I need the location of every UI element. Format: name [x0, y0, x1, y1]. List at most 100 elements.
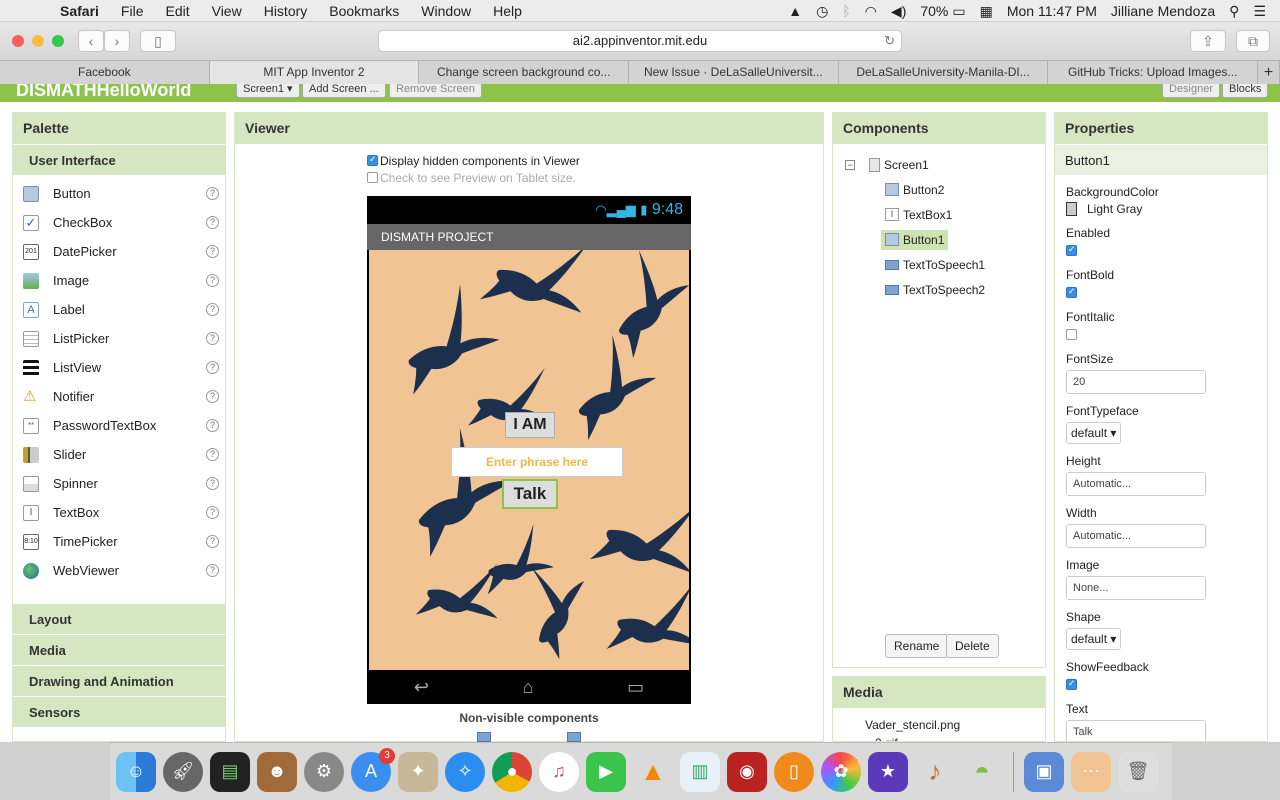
- tab-change-screen[interactable]: Change screen background co...: [419, 61, 630, 84]
- menu-view[interactable]: View: [212, 3, 242, 19]
- tree-button1[interactable]: Button1: [845, 227, 1045, 252]
- tab-github-tricks[interactable]: GitHub Tricks: Upload Images...: [1048, 61, 1259, 84]
- add-screen-button[interactable]: Add Screen ...: [302, 84, 386, 98]
- showfeedback-checkbox[interactable]: [1066, 678, 1077, 690]
- shape-dropdown[interactable]: default ▾: [1066, 628, 1122, 650]
- downloads-stack-icon[interactable]: ⋯: [1071, 751, 1111, 792]
- fontsize-input[interactable]: 20: [1066, 370, 1206, 394]
- sidebar-button[interactable]: ▯: [140, 30, 176, 52]
- palette-item-notifier[interactable]: ⚠ Notifier?: [13, 382, 225, 411]
- textbox1-phrase[interactable]: Enter phrase here: [451, 447, 623, 477]
- palette-item-passwordtextbox[interactable]: ** PasswordTextBox?: [13, 411, 225, 440]
- menu-bookmarks[interactable]: Bookmarks: [329, 3, 399, 19]
- palette-item-image[interactable]: Image?: [13, 266, 225, 295]
- tree-screen1[interactable]: − Screen1: [845, 152, 1045, 177]
- fontitalic-checkbox[interactable]: [1066, 329, 1077, 340]
- time-machine-icon[interactable]: ◷: [816, 3, 828, 20]
- text-input[interactable]: Talk: [1066, 720, 1206, 741]
- menu-file[interactable]: File: [121, 3, 144, 19]
- screen1-canvas[interactable]: I AM Enter phrase here Talk: [369, 250, 689, 670]
- tablet-preview-checkbox[interactable]: [367, 172, 378, 183]
- help-icon[interactable]: ?: [206, 419, 219, 432]
- tab-new-issue[interactable]: New Issue · DeLaSalleUniversit...: [629, 61, 839, 84]
- palette-item-timepicker[interactable]: 8:10 TimePicker?: [13, 527, 225, 556]
- spotlight-icon[interactable]: ⚲: [1229, 3, 1239, 20]
- rename-button[interactable]: Rename: [885, 634, 949, 658]
- tab-overview-button[interactable]: ⧉: [1236, 30, 1270, 52]
- numbers-icon[interactable]: ▥: [680, 751, 720, 792]
- battery-percent[interactable]: 70%: [920, 3, 948, 19]
- palette-item-textbox[interactable]: I TextBox?: [13, 498, 225, 527]
- back-button[interactable]: ‹: [78, 30, 104, 52]
- fonttypeface-dropdown[interactable]: default ▾: [1066, 422, 1122, 444]
- display-hidden-option[interactable]: Display hidden components in Viewer: [367, 154, 580, 168]
- help-icon[interactable]: ?: [206, 332, 219, 345]
- menu-window[interactable]: Window: [421, 3, 471, 19]
- blocks-button[interactable]: Blocks: [1222, 84, 1269, 98]
- palette-item-label[interactable]: A Label?: [13, 295, 225, 324]
- help-icon[interactable]: ?: [206, 274, 219, 287]
- activity-monitor-icon[interactable]: ▤: [210, 751, 250, 792]
- close-window-button[interactable]: [12, 35, 24, 47]
- help-icon[interactable]: ?: [206, 448, 219, 461]
- contacts-icon[interactable]: ☻: [257, 751, 297, 792]
- drive-icon[interactable]: ▲: [788, 3, 802, 19]
- button2-i-am[interactable]: I AM: [505, 412, 555, 438]
- system-preferences-icon[interactable]: ⚙: [304, 751, 344, 792]
- finder-icon[interactable]: ☺: [116, 751, 156, 792]
- wifi-icon[interactable]: ◠: [865, 3, 877, 20]
- itunes-icon[interactable]: ♫: [539, 751, 579, 792]
- help-icon[interactable]: ?: [206, 564, 219, 577]
- zoom-window-button[interactable]: [52, 35, 64, 47]
- help-icon[interactable]: ?: [206, 477, 219, 490]
- photos-icon[interactable]: ✿: [821, 751, 861, 792]
- ibooks-icon[interactable]: ▯: [774, 751, 814, 792]
- media-file[interactable]: ...2.gif: [833, 732, 1045, 741]
- trash-icon[interactable]: 🗑︎: [1118, 751, 1158, 792]
- category-media[interactable]: Media: [13, 634, 225, 665]
- applications-folder-icon[interactable]: ▣: [1024, 751, 1064, 792]
- reload-icon[interactable]: ↻: [884, 31, 895, 51]
- help-icon[interactable]: ?: [206, 216, 219, 229]
- category-layout[interactable]: Layout: [13, 603, 225, 634]
- enabled-checkbox[interactable]: [1066, 244, 1077, 256]
- tab-dlsu[interactable]: DeLaSalleUniversity-Manila-DI...: [838, 61, 1049, 84]
- chrome-icon[interactable]: ●: [492, 751, 532, 792]
- delete-button[interactable]: Delete: [946, 634, 999, 658]
- speech-component-icon[interactable]: [567, 732, 581, 742]
- address-bar[interactable]: ai2.appinventor.mit.edu ↻: [378, 30, 902, 52]
- category-user-interface[interactable]: User Interface: [13, 144, 225, 175]
- palette-item-spinner[interactable]: Spinner?: [13, 469, 225, 498]
- category-sensors[interactable]: Sensors: [13, 696, 225, 727]
- menu-edit[interactable]: Edit: [165, 3, 189, 19]
- help-icon[interactable]: ?: [206, 535, 219, 548]
- new-tab-button[interactable]: +: [1258, 61, 1280, 84]
- forward-button[interactable]: ›: [104, 30, 130, 52]
- clock[interactable]: Mon 11:47 PM: [1007, 3, 1097, 19]
- palette-item-datepicker[interactable]: 201 DatePicker?: [13, 237, 225, 266]
- width-input[interactable]: Automatic...: [1066, 524, 1206, 548]
- tab-facebook[interactable]: Facebook: [0, 61, 210, 84]
- app-store-icon[interactable]: A3: [351, 747, 395, 792]
- collapse-icon[interactable]: −: [845, 159, 855, 170]
- palette-item-slider[interactable]: Slider?: [13, 440, 225, 469]
- tree-texttospeech1[interactable]: TextToSpeech1: [845, 252, 1045, 277]
- button1-talk[interactable]: Talk: [502, 479, 558, 509]
- tree-texttospeech2[interactable]: TextToSpeech2: [845, 277, 1045, 302]
- battery-icon[interactable]: ▭: [952, 3, 965, 20]
- palette-item-listpicker[interactable]: ListPicker?: [13, 324, 225, 353]
- minimize-window-button[interactable]: [32, 35, 44, 47]
- android-icon[interactable]: ◓: [962, 752, 1002, 792]
- help-icon[interactable]: ?: [206, 303, 219, 316]
- imovie-icon[interactable]: ★: [868, 751, 908, 792]
- menu-app-name[interactable]: Safari: [60, 3, 99, 19]
- bluetooth-icon[interactable]: ᛒ: [842, 3, 850, 19]
- safari-icon[interactable]: ✧: [445, 751, 485, 792]
- garageband-icon[interactable]: ♪: [915, 752, 955, 792]
- tablet-preview-option[interactable]: Check to see Preview on Tablet size.: [367, 171, 576, 185]
- help-icon[interactable]: ?: [206, 390, 219, 403]
- help-icon[interactable]: ?: [206, 361, 219, 374]
- user-name[interactable]: Jilliane Mendoza: [1111, 3, 1215, 19]
- speech-component-icon[interactable]: [477, 732, 491, 742]
- image-input[interactable]: None...: [1066, 576, 1206, 600]
